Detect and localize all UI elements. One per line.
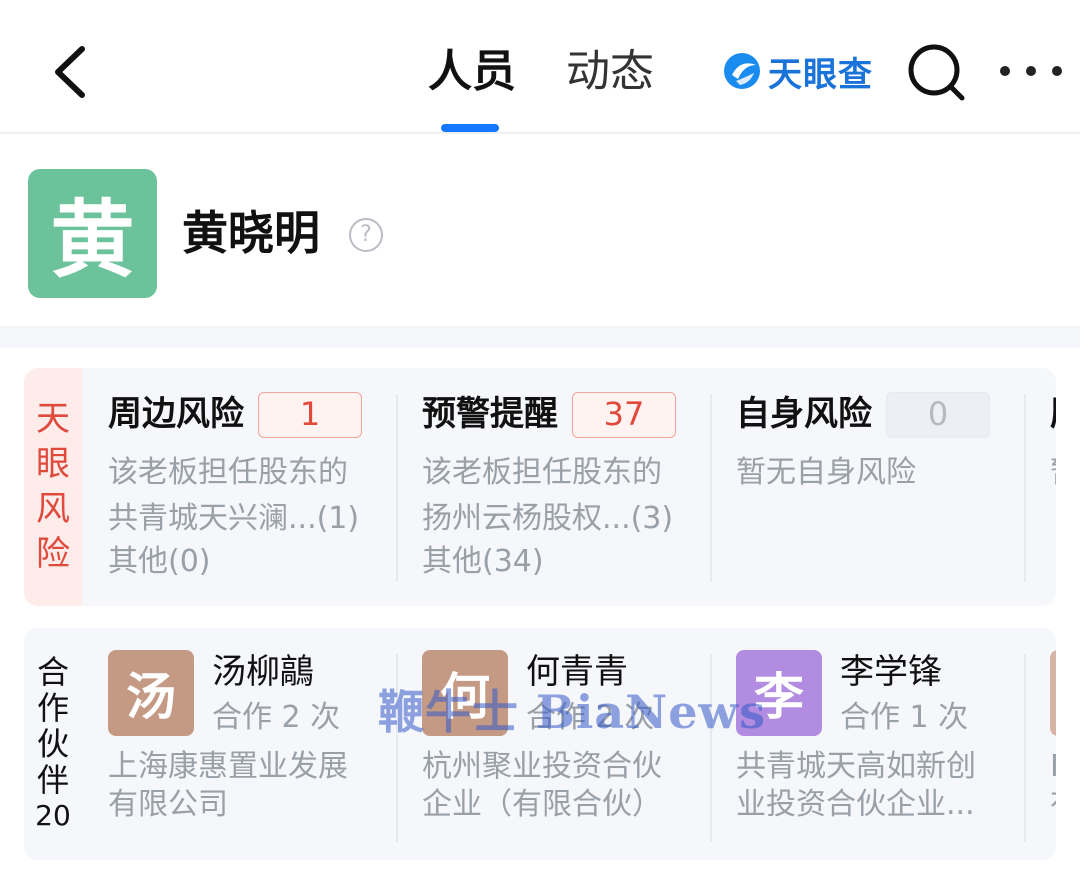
partner-company: 共青城天高如新创 业投资合伙企业... <box>736 748 1006 824</box>
tianyancha-logo: 天眼查 <box>722 48 873 95</box>
risk-item-desc: 暂 <box>1050 450 1056 496</box>
risk-desc-line: 该老板担任股东的 <box>108 455 348 490</box>
risk-item-other: 其他(0) <box>108 544 211 579</box>
risk-item-title: 历 <box>1050 390 1056 438</box>
tianyancha-logo-icon <box>724 53 760 89</box>
risk-label-char: 风 <box>36 489 70 529</box>
partner-name: 汤柳鶮 <box>212 652 314 692</box>
partner-company-line: E <box>1050 748 1056 786</box>
partner-avatar: 何 <box>422 650 508 736</box>
risk-item-self[interactable]: 自身风险 0 暂无自身风险 <box>710 368 1020 606</box>
partner-company-line: 杭州聚业投资合伙 <box>422 749 662 784</box>
risk-section-label: 天 眼 风 险 <box>24 368 82 606</box>
risk-desc-line: 共青城天兴澜...(1) <box>108 501 360 536</box>
partner-collab-count: 合作 2 次 <box>526 700 655 735</box>
partner-avatar <box>1050 650 1056 736</box>
risk-count-badge: 1 <box>258 392 362 438</box>
risk-desc-line: 该老板担任股东的 <box>422 455 662 490</box>
partners-card: 合 作 伙 伴 20 汤 汤柳鶮 合作 2 次 上海康惠置业发展 有限公司 何 … <box>24 628 1056 860</box>
more-options-button[interactable] <box>1000 48 1062 94</box>
partner-name: 何青青 <box>526 652 628 692</box>
partner-company-line: 企业（有限合伙） <box>422 787 662 822</box>
risk-item-title: 自身风险 <box>736 394 872 434</box>
top-nav-bar: 人员 动态 天眼查 <box>0 0 1080 134</box>
search-icon <box>908 44 965 101</box>
risk-desc-line: 暂 <box>1050 450 1056 496</box>
risk-item-history[interactable]: 历 暂 <box>1024 368 1056 606</box>
partner-name: 李学锋 <box>840 652 942 692</box>
partner-company-line: 有限公司 <box>108 787 228 822</box>
risk-item-desc: 该老板担任股东的 共青城天兴澜...(1) <box>108 450 359 542</box>
partners-label-char: 伴 <box>36 761 69 799</box>
search-button[interactable] <box>904 40 968 104</box>
profile-name: 黄晓明 <box>182 206 320 260</box>
risk-desc-line: 扬州云杨股权...(3) <box>422 501 674 536</box>
partners-section-label: 合 作 伙 伴 20 <box>24 628 82 860</box>
question-circle-icon[interactable]: ? <box>349 218 383 252</box>
active-tab-indicator <box>441 124 499 132</box>
risk-item-surrounding[interactable]: 周边风险 1 该老板担任股东的 共青城天兴澜...(1) 其他(0) <box>82 368 392 606</box>
partner-item[interactable]: E 有 <box>1024 628 1056 860</box>
risk-item-title: 预警提醒 <box>422 394 558 434</box>
tab-people[interactable]: 人员 <box>428 40 516 104</box>
partner-item[interactable]: 汤 汤柳鶮 合作 2 次 上海康惠置业发展 有限公司 <box>82 628 392 860</box>
partner-collab-count: 合作 1 次 <box>840 700 969 735</box>
partner-company-line: 共青城天高如新创 <box>736 749 976 784</box>
risk-item-desc: 该老板担任股东的 扬州云杨股权...(3) <box>422 450 673 542</box>
section-separator <box>0 326 1080 348</box>
partner-collab-count: 合作 2 次 <box>212 700 341 735</box>
partners-count: 20 <box>35 799 71 832</box>
tab-news[interactable]: 动态 <box>566 40 654 104</box>
risk-count-badge: 37 <box>572 392 676 438</box>
partner-avatar: 汤 <box>108 650 194 736</box>
risk-item-other: 其他(34) <box>422 544 544 579</box>
more-dot-icon <box>1052 66 1062 76</box>
risk-count-badge: 0 <box>886 392 990 438</box>
risk-label-char: 眼 <box>36 444 70 484</box>
logo-text: 天眼查 <box>768 54 873 95</box>
partners-label-char: 伙 <box>36 725 69 763</box>
risk-label-char: 险 <box>36 534 70 574</box>
partners-label-char: 合 <box>36 653 69 691</box>
risk-card: 天 眼 风 险 周边风险 1 该老板担任股东的 共青城天兴澜...(1) 其他(… <box>24 368 1056 606</box>
risk-item-warning[interactable]: 预警提醒 37 该老板担任股东的 扬州云杨股权...(3) 其他(34) <box>396 368 706 606</box>
back-button[interactable] <box>40 40 100 104</box>
partner-company-line: 有 <box>1050 786 1056 824</box>
partner-company-line: 业投资合伙企业... <box>736 787 975 822</box>
partner-company: 杭州聚业投资合伙 企业（有限合伙） <box>422 748 692 824</box>
risk-item-desc: 暂无自身风险 <box>736 450 916 496</box>
chevron-left-icon <box>55 46 85 98</box>
profile-avatar: 黄 <box>28 169 157 298</box>
partner-item[interactable]: 何 何青青 合作 2 次 杭州聚业投资合伙 企业（有限合伙） <box>396 628 706 860</box>
partners-label-char: 作 <box>36 689 69 727</box>
risk-desc-line: 暂无自身风险 <box>736 455 916 490</box>
risk-item-title: 周边风险 <box>108 394 244 434</box>
partner-company-line: 上海康惠置业发展 <box>108 749 348 784</box>
risk-label-char: 天 <box>36 399 70 439</box>
partner-item[interactable]: 李 李学锋 合作 1 次 共青城天高如新创 业投资合伙企业... <box>710 628 1020 860</box>
more-dot-icon <box>1000 66 1010 76</box>
more-dot-icon <box>1026 66 1036 76</box>
partner-company: E 有 <box>1050 748 1056 824</box>
partner-company: 上海康惠置业发展 有限公司 <box>108 748 378 824</box>
partner-avatar: 李 <box>736 650 822 736</box>
